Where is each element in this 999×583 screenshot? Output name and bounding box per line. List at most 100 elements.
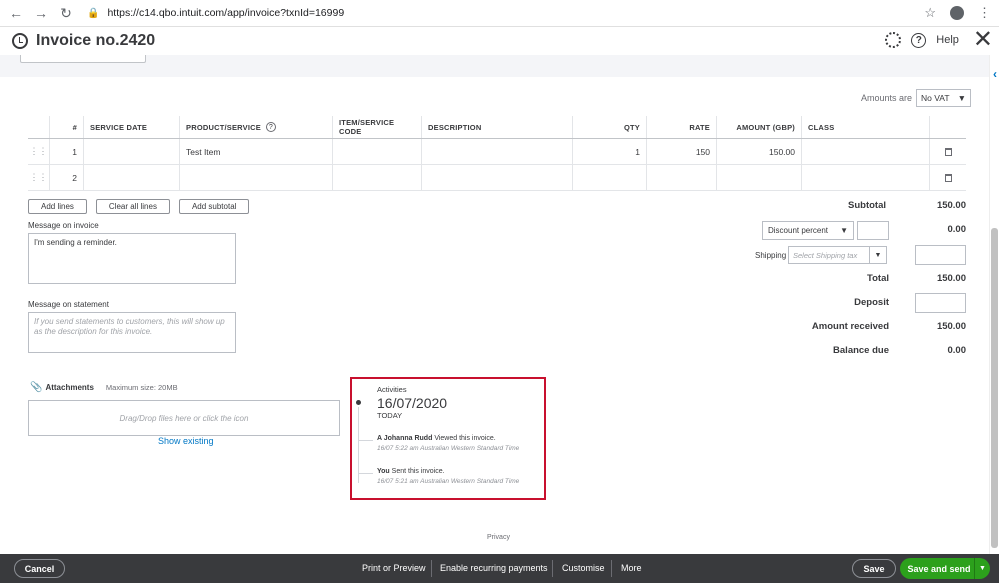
save-button[interactable]: Save bbox=[852, 559, 896, 578]
clear-all-lines-button[interactable]: Clear all lines bbox=[95, 199, 170, 214]
close-icon[interactable]: ✕ bbox=[973, 28, 993, 52]
table-row[interactable]: ⋮⋮ 1 Test Item 1 150 150.00 bbox=[28, 139, 966, 165]
timeline-tick bbox=[358, 473, 373, 474]
activity-time: 16/07 5:22 am Australian Western Standar… bbox=[377, 445, 520, 452]
row-service-date[interactable] bbox=[84, 165, 180, 190]
cancel-button[interactable]: Cancel bbox=[14, 559, 65, 578]
help-icon[interactable]: ? bbox=[911, 32, 927, 48]
customer-section-band bbox=[0, 55, 999, 77]
line-buttons: Add lines Clear all lines Add subtotal bbox=[28, 199, 250, 214]
table-header: # SERVICE DATE PRODUCT/SERVICE ? ITEM/SE… bbox=[28, 116, 966, 139]
activity-action: Viewed this invoice. bbox=[434, 435, 496, 442]
row-item-code[interactable] bbox=[333, 139, 422, 164]
row-description[interactable] bbox=[422, 165, 573, 190]
trash-icon[interactable] bbox=[930, 165, 966, 190]
activity-item: You Sent this invoice. bbox=[377, 468, 445, 475]
discount-input[interactable] bbox=[857, 221, 889, 240]
save-and-send-label: Save and send bbox=[907, 563, 971, 574]
row-product[interactable]: Test Item bbox=[180, 139, 333, 164]
scrollbar-thumb[interactable] bbox=[991, 228, 998, 548]
message-invoice-textarea[interactable]: I'm sending a reminder. bbox=[28, 233, 236, 284]
browser-menu-icon[interactable]: ⋮ bbox=[978, 5, 991, 21]
row-product[interactable] bbox=[180, 165, 333, 190]
amount-received-label: Amount received bbox=[811, 321, 889, 332]
shipping-tax-select[interactable]: Select Shipping tax ▼ bbox=[788, 246, 887, 264]
drag-handle-icon[interactable]: ⋮⋮ bbox=[28, 165, 50, 190]
row-service-date[interactable] bbox=[84, 139, 180, 164]
activities-title: Activities bbox=[377, 385, 407, 394]
paperclip-icon[interactable]: 📎 bbox=[30, 382, 42, 393]
header-class: CLASS bbox=[802, 116, 930, 138]
table-row[interactable]: ⋮⋮ 2 bbox=[28, 165, 966, 191]
line-items-table: # SERVICE DATE PRODUCT/SERVICE ? ITEM/SE… bbox=[28, 116, 966, 191]
add-lines-button[interactable]: Add lines bbox=[28, 199, 87, 214]
add-subtotal-button[interactable]: Add subtotal bbox=[178, 199, 250, 214]
attachments-header: 📎 Attachments Maximum size: 20MB bbox=[30, 382, 178, 393]
address-bar[interactable]: 🔒 https://c14.qbo.intuit.com/app/invoice… bbox=[87, 3, 344, 23]
show-existing-link[interactable]: Show existing bbox=[158, 436, 214, 446]
row-amount[interactable]: 150.00 bbox=[717, 139, 802, 164]
message-statement-textarea[interactable]: If you send statements to customers, thi… bbox=[28, 312, 236, 353]
help-link[interactable]: Help bbox=[936, 34, 959, 46]
footer-divider bbox=[552, 560, 553, 577]
discount-type-select[interactable]: Discount percent ▼ bbox=[762, 221, 854, 240]
privacy-link[interactable]: Privacy bbox=[487, 534, 510, 541]
total-label: Total bbox=[867, 273, 889, 284]
info-icon[interactable]: ? bbox=[265, 122, 276, 132]
save-and-send-button[interactable]: Save and send ▼ bbox=[900, 558, 990, 579]
footer-divider bbox=[431, 560, 432, 577]
activity-actor: A Johanna Rudd bbox=[377, 435, 433, 442]
url-text: https://c14.qbo.intuit.com/app/invoice?t… bbox=[107, 7, 345, 19]
shipping-tax-placeholder: Select Shipping tax bbox=[793, 250, 858, 260]
attachment-dropzone[interactable]: Drag/Drop files here or click the icon bbox=[28, 400, 340, 436]
profile-icon[interactable] bbox=[950, 6, 964, 20]
history-icon[interactable] bbox=[12, 33, 28, 49]
page-title: Invoice no.2420 bbox=[36, 32, 156, 49]
row-rate[interactable]: 150 bbox=[647, 139, 717, 164]
header-product: PRODUCT/SERVICE ? bbox=[180, 116, 333, 138]
more-link[interactable]: More bbox=[621, 563, 642, 573]
customise-link[interactable]: Customise bbox=[562, 563, 605, 573]
amounts-are-select[interactable]: No VAT ▼ bbox=[916, 89, 972, 107]
drag-handle-icon[interactable]: ⋮⋮ bbox=[28, 139, 50, 164]
balance-due-label: Balance due bbox=[833, 345, 889, 356]
print-preview-link[interactable]: Print or Preview bbox=[362, 563, 426, 573]
activity-actor: You bbox=[377, 468, 390, 475]
row-class[interactable] bbox=[802, 139, 930, 164]
recurring-payments-link[interactable]: Enable recurring payments bbox=[440, 563, 548, 573]
deposit-input[interactable] bbox=[915, 293, 966, 313]
header-description: DESCRIPTION bbox=[422, 116, 573, 138]
chevron-left-icon[interactable]: ‹ bbox=[993, 67, 997, 81]
caret-down-icon: ▼ bbox=[869, 247, 886, 263]
caret-down-icon[interactable]: ▼ bbox=[974, 558, 990, 579]
row-qty[interactable]: 1 bbox=[573, 139, 647, 164]
activities-today: TODAY bbox=[377, 411, 403, 420]
row-qty[interactable] bbox=[573, 165, 647, 190]
row-class[interactable] bbox=[802, 165, 930, 190]
row-rate[interactable] bbox=[647, 165, 717, 190]
gear-icon[interactable] bbox=[885, 32, 902, 48]
row-amount[interactable] bbox=[717, 165, 802, 190]
message-invoice-label: Message on invoice bbox=[28, 221, 99, 230]
row-item-code[interactable] bbox=[333, 165, 422, 190]
header-num: # bbox=[50, 116, 84, 138]
shipping-input[interactable] bbox=[915, 245, 966, 265]
discount-value: 0.00 bbox=[947, 224, 967, 235]
bookmark-star-icon[interactable]: ☆ bbox=[924, 5, 936, 21]
timeline-tick bbox=[358, 440, 373, 441]
row-description[interactable] bbox=[422, 139, 573, 164]
back-icon[interactable]: ← bbox=[7, 4, 25, 22]
footer-divider bbox=[611, 560, 612, 577]
header-product-label: PRODUCT/SERVICE bbox=[186, 122, 261, 132]
lock-icon: 🔒 bbox=[87, 7, 100, 19]
subtotal-label: Subtotal bbox=[848, 200, 886, 211]
header-service-date: SERVICE DATE bbox=[84, 116, 180, 138]
activities-date: 16/07/2020 bbox=[377, 395, 448, 411]
forward-icon[interactable]: → bbox=[32, 4, 50, 22]
trash-icon[interactable] bbox=[930, 139, 966, 164]
discount-type-value: Discount percent bbox=[768, 226, 829, 235]
reload-icon[interactable]: ↻ bbox=[57, 4, 75, 22]
caret-down-icon: ▼ bbox=[957, 93, 967, 103]
customer-field-stub[interactable] bbox=[20, 55, 146, 63]
timeline-line bbox=[358, 407, 359, 483]
